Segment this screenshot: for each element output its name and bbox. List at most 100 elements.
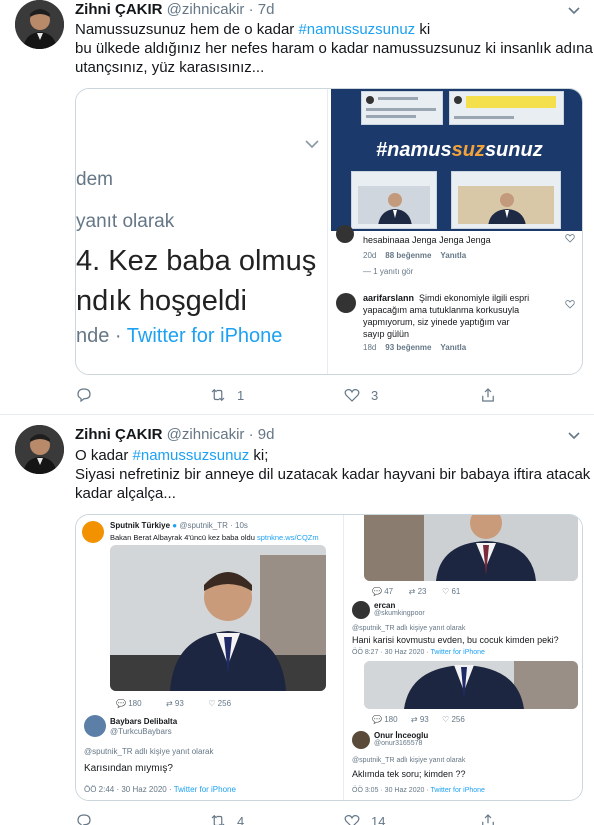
hashtag-link[interactable]: #namussuzsunuz	[298, 21, 415, 38]
screenshot-text: nde · Twitter for iPhone	[76, 325, 283, 347]
heart-icon	[565, 234, 575, 243]
screenshot-text: dem	[76, 169, 113, 190]
reply-meta: ÖÖ 3:05 · 30 Haz 2020 · Twitter for iPho…	[352, 787, 485, 794]
chevron-down-icon	[305, 140, 319, 149]
tweet-time[interactable]: 9d	[258, 426, 275, 443]
screenshot-text: yanıt olarak	[76, 211, 175, 232]
author-handle[interactable]: @zihnicakir	[167, 1, 245, 18]
media-image-right[interactable]: #namussuzsunuz hesabinaaa Jenga Jenga Je…	[331, 89, 582, 374]
tweet-text-line: Siyasi nefretiniz bir anneye dil uzataca…	[75, 466, 591, 483]
like-button[interactable]: 3	[343, 385, 378, 405]
reply-meta: ÖÖ 2:44 · 30 Haz 2020 · Twitter for iPho…	[84, 785, 236, 794]
comment-text: hesabinaaa Jenga Jenga Jenga	[363, 235, 491, 245]
screenshot-photo	[364, 515, 578, 581]
reply-handle: @onur3165578	[374, 740, 423, 747]
tweet[interactable]: Zihni ÇAKIR @zihnicakir · 7d Namussuzsun…	[0, 0, 594, 415]
reply-author: Onur İnceoglu	[374, 731, 429, 740]
screenshot-account: Sputnik Türkiye ● @sputnik_TR · 10s	[110, 521, 248, 530]
heart-icon	[344, 389, 360, 402]
screenshot-stats: 💬 180 ⇄ 93 ♡ 256	[372, 715, 465, 724]
avatar	[82, 521, 104, 543]
reply-context: @sputnik_TR adlı kişiye yanıt olarak	[352, 757, 466, 764]
reply-author: ercan	[374, 601, 396, 610]
retweet-button[interactable]: 1	[209, 385, 244, 405]
comment-meta: 18d 93 beğenme Yanıtla	[363, 343, 467, 352]
banner-hashtag: #namussuzsunuz	[376, 139, 543, 161]
media-image-right[interactable]: 💬 47 ⇄ 23 ♡ 61 ercan @skumkingpoor @sput…	[346, 515, 582, 800]
hashtag-banner: #namussuzsunuz	[331, 89, 582, 231]
tweet[interactable]: Zihni ÇAKIR @zihnicakir · 9d O kadar #na…	[0, 415, 594, 825]
screenshot-thumbnail	[451, 171, 561, 229]
reply-handle: @skumkingpoor	[374, 610, 425, 617]
retweet-count: 1	[237, 387, 245, 403]
comment-text: aarifarslann Şimdi ekonomiyle ilgili esp…	[363, 293, 530, 303]
reply-context: @sputnik_TR adlı kişiye yanıt olarak	[352, 625, 466, 632]
like-button[interactable]: 14	[343, 811, 385, 825]
reply-text: Hani karisi kovmustu evden, bu cocuk kim…	[352, 635, 559, 645]
hashtag-link[interactable]: #namussuzsunuz	[133, 447, 250, 464]
reply-text: Karısından mıymış?	[84, 763, 173, 774]
reply-button[interactable]	[75, 811, 103, 825]
tweet-text-line: Namussuzsunuz hem de o kadar #namussuzsu…	[75, 21, 431, 38]
tweet-actions: 1 3	[75, 385, 495, 405]
author-name[interactable]: Zihni ÇAKIR	[75, 1, 163, 18]
screenshot-thumbnail	[361, 91, 443, 125]
screenshot-thumbnail	[351, 171, 437, 229]
comment-text: yapmıyorum, siz yinede yaptığım var	[363, 317, 510, 327]
avatar	[352, 731, 370, 749]
tweet-media[interactable]: dem yanıt olarak 4. Kez baba olmuş ndık …	[75, 88, 583, 375]
retweet-count: 4	[237, 813, 245, 825]
tweet-text: O kadar #namussuzsunuz ki; Siyasi nefret…	[75, 446, 591, 503]
share-button[interactable]	[479, 811, 497, 825]
chevron-down-icon[interactable]	[566, 427, 582, 443]
comment-list: hesabinaaa Jenga Jenga Jenga 20d 88 beğe…	[331, 225, 582, 374]
tweet-time[interactable]: 7d	[258, 1, 275, 18]
tweet-header: Zihni ÇAKIR @zihnicakir · 9d	[75, 425, 274, 445]
retweet-button[interactable]: 4	[209, 811, 244, 825]
avatar	[352, 601, 370, 619]
reply-button[interactable]	[75, 385, 103, 405]
chevron-down-icon[interactable]	[566, 2, 582, 18]
media-image-left[interactable]: dem yanıt olarak 4. Kez baba olmuş ndık …	[76, 89, 328, 374]
tweet-header: Zihni ÇAKIR @zihnicakir · 7d	[75, 0, 274, 20]
retweet-icon	[211, 814, 225, 825]
author-handle[interactable]: @zihnicakir	[167, 426, 245, 443]
avatar	[336, 293, 356, 313]
reply-icon	[77, 388, 91, 403]
tweet-text-line: O kadar #namussuzsunuz ki;	[75, 447, 269, 464]
screenshot-stats: 💬 47 ⇄ 23 ♡ 61	[372, 587, 461, 596]
comment-text: sayıp gülün	[363, 329, 410, 339]
author-avatar[interactable]	[15, 425, 64, 474]
screenshot-text: Bakan Berat Albayrak 4'üncü kez baba old…	[110, 533, 319, 542]
screenshot-photo	[364, 661, 578, 709]
view-replies-link: — 1 yanıtı gör	[363, 267, 414, 276]
tweet-text: Namussuzsunuz hem de o kadar #namussuzsu…	[75, 20, 593, 77]
like-count: 3	[371, 387, 379, 403]
like-count: 14	[371, 813, 386, 825]
reply-icon	[77, 814, 91, 825]
separator: ·	[248, 1, 254, 18]
share-button[interactable]	[479, 385, 497, 405]
heart-icon	[344, 815, 360, 825]
tweet-media[interactable]: Sputnik Türkiye ● @sputnik_TR · 10s Baka…	[75, 514, 583, 801]
comment-text: yapacağım ama tutuklanma korkusuyla	[363, 305, 520, 315]
tweet-text-line: utançsınız, yüz karasısınız...	[75, 59, 265, 76]
comment-meta: 20d 88 beğenme Yanıtla	[363, 251, 467, 260]
separator: ·	[248, 426, 254, 443]
retweet-icon	[211, 388, 225, 402]
media-image-left[interactable]: Sputnik Türkiye ● @sputnik_TR · 10s Baka…	[76, 515, 344, 800]
share-icon	[482, 388, 494, 402]
author-name[interactable]: Zihni ÇAKIR	[75, 426, 163, 443]
tweet-text-line: bu ülkede aldığınız her nefes haram o ka…	[75, 40, 593, 57]
screenshot-thumbnail	[449, 91, 564, 125]
reply-meta: ÖÖ 8:27 · 30 Haz 2020 · Twitter for iPho…	[352, 649, 485, 656]
avatar	[336, 225, 354, 243]
author-avatar[interactable]	[15, 0, 64, 49]
share-icon	[482, 814, 494, 825]
screenshot-text: ndık hoşgeldi	[76, 285, 247, 317]
screenshot-photo	[110, 545, 326, 691]
screenshot-text: 4. Kez baba olmuş	[76, 245, 317, 277]
reply-context: @sputnik_TR adlı kişiye yanıt olarak	[84, 747, 214, 756]
reply-text: Aklımda tek soru; kimden ??	[352, 769, 466, 779]
tweet-actions: 4 14	[75, 811, 495, 825]
